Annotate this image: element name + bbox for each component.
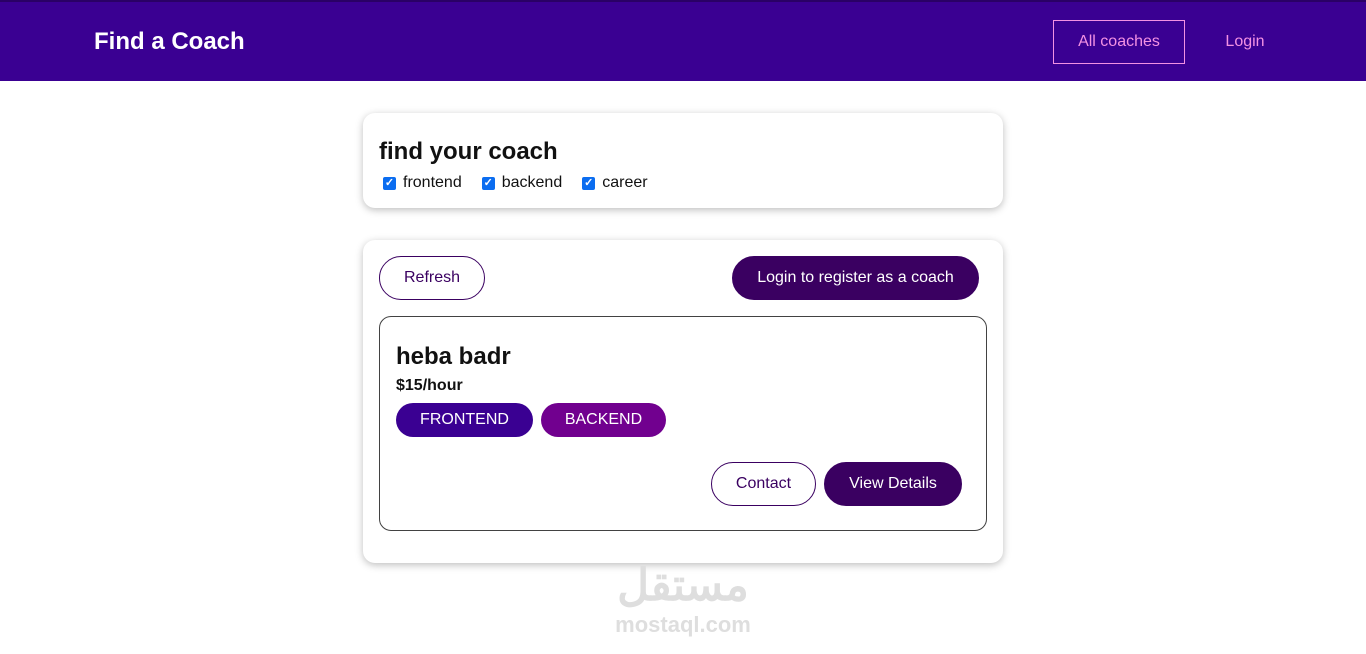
filter-label: backend (501, 174, 563, 191)
checkbox-frontend[interactable]: ✓ (383, 176, 396, 190)
filter-card: find your coach ✓ frontend ✓ backend ✓ c… (363, 113, 1003, 208)
filter-title: find your coach (379, 138, 558, 165)
nav-all-coaches[interactable]: All coaches (1053, 20, 1185, 64)
coach-item: heba badr $15/hour FRONTEND BACKEND Cont… (379, 316, 987, 531)
filter-frontend[interactable]: ✓ frontend (383, 174, 462, 192)
coach-name: heba badr (396, 343, 511, 370)
watermark: مستقل mostaql.com (600, 560, 766, 638)
register-coach-button[interactable]: Login to register as a coach (732, 256, 979, 300)
watermark-logo: مستقل (617, 561, 749, 610)
nav-login[interactable]: Login (1205, 20, 1285, 64)
brand-link[interactable]: Find a Coach (94, 28, 245, 56)
filter-options: ✓ frontend ✓ backend ✓ career (383, 174, 648, 192)
filter-label: career (602, 174, 648, 191)
filter-backend[interactable]: ✓ backend (481, 174, 563, 192)
coach-rate: $15/hour (396, 377, 463, 394)
coach-list-card: Refresh Login to register as a coach heb… (363, 240, 1003, 563)
badge-backend: BACKEND (541, 403, 666, 437)
badge-frontend: FRONTEND (396, 403, 533, 437)
app-header: Find a Coach All coaches Login (0, 0, 1366, 81)
watermark-url: mostaql.com (615, 612, 751, 637)
refresh-button[interactable]: Refresh (379, 256, 485, 300)
filter-career[interactable]: ✓ career (582, 174, 648, 192)
view-details-button[interactable]: View Details (824, 462, 962, 506)
contact-button[interactable]: Contact (711, 462, 816, 506)
checkbox-career[interactable]: ✓ (582, 176, 596, 190)
checkbox-backend[interactable]: ✓ (481, 176, 495, 190)
filter-label: frontend (403, 174, 462, 191)
